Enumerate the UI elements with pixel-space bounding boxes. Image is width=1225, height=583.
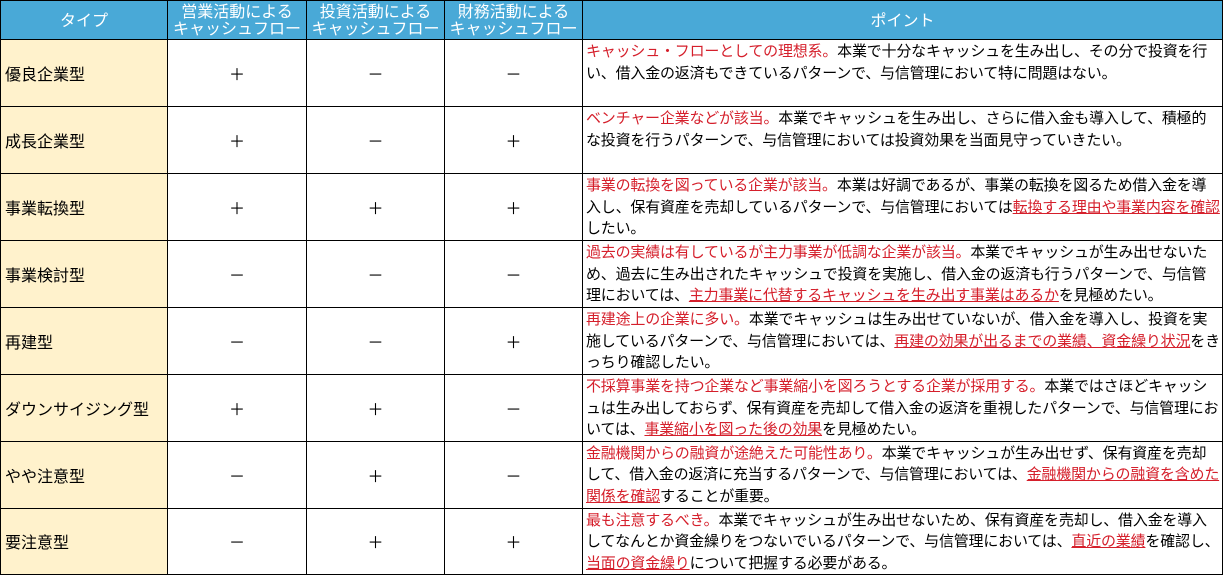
point-text: したい。 (586, 219, 646, 237)
header-financing-cf-line1: 財務活動による (457, 2, 570, 21)
row-financing-sign: － (444, 39, 583, 107)
row-financing-sign: ＋ (444, 507, 583, 575)
table-row: 事業検討型 － － － 過去の実績は有しているが主力事業が低調な企業が該当。本業… (0, 240, 1223, 308)
row-financing-sign: － (444, 240, 583, 308)
row-financing-sign: ＋ (444, 173, 583, 241)
row-operating-sign: ＋ (167, 173, 307, 241)
header-operating-cf-line1: 営業活動による (181, 2, 293, 21)
header-investing-cf-line1: 投資活動による (319, 2, 432, 21)
row-operating-sign: － (167, 240, 307, 308)
row-operating-sign: ＋ (167, 374, 307, 442)
header-financing-cf: 財務活動による キャッシュフロー (444, 0, 583, 40)
header-investing-cf-line2: キャッシュフロー (311, 19, 440, 38)
row-type: 要注意型 (0, 507, 168, 575)
header-point: ポイント (582, 0, 1223, 40)
row-financing-sign: － (444, 374, 583, 442)
table-row: ダウンサイジング型 ＋ ＋ － 不採算事業を持つ企業など事業縮小を図ろうとする企… (0, 374, 1223, 442)
row-point: 事業の転換を図っている企業が該当。本業は好調であるが、事業の転換を図るため借入金… (582, 173, 1223, 241)
point-highlight-text: 金融機関からの融資が途絶えた可能性あり。 (586, 443, 882, 462)
row-financing-sign: ＋ (444, 307, 583, 375)
row-financing-sign: － (444, 440, 583, 509)
point-text: を確認し、 (1145, 532, 1220, 550)
cash-flow-pattern-table: タイプ 営業活動による キャッシュフロー 投資活動による キャッシュフロー 財務… (0, 0, 1223, 575)
point-highlight-text: キャッシュ・フローとしての理想系。 (586, 42, 838, 60)
point-highlight-text: ベンチャー企業などが該当。 (586, 109, 779, 127)
row-investing-sign: － (306, 307, 445, 375)
row-operating-sign: － (167, 440, 307, 509)
row-operating-sign: ＋ (167, 39, 307, 107)
row-investing-sign: ＋ (306, 440, 445, 509)
header-type: タイプ (0, 0, 168, 40)
row-type: 事業転換型 (0, 173, 168, 241)
point-highlight-text: 当面の資金繰り (586, 553, 690, 572)
point-text: について把握する必要がある。 (689, 553, 897, 572)
row-point: 過去の実績は有しているが主力事業が低調な企業が該当。本業でキャッシュが生み出せな… (582, 240, 1223, 308)
point-highlight-text: 不採算事業を持つ企業など事業縮小を図ろうとする企業が採用する。 (586, 377, 1045, 395)
header-financing-cf-line2: キャッシュフロー (449, 19, 578, 38)
row-type: 再建型 (0, 307, 168, 375)
row-point: ベンチャー企業などが該当。本業でキャッシュを生み出し、さらに借入金も導入して、積… (582, 106, 1223, 174)
header-operating-cf: 営業活動による キャッシュフロー (167, 0, 307, 40)
point-highlight-text: 事業の転換を図っている企業が該当。 (586, 176, 837, 194)
row-type: 事業検討型 (0, 240, 168, 308)
row-investing-sign: ＋ (306, 173, 445, 241)
point-highlight-text: 転換する理由や事業内容を確認 (1012, 197, 1220, 216)
row-operating-sign: － (167, 507, 307, 575)
row-point: 再建途上の企業に多い。本業でキャッシュは生み出せていないが、借入金を導入し、投資… (582, 307, 1223, 375)
point-highlight-text: 直近の業績 (1071, 532, 1146, 550)
row-investing-sign: － (306, 39, 445, 107)
point-text: することが重要。 (660, 486, 779, 505)
table-row: 事業転換型 ＋ ＋ ＋ 事業の転換を図っている企業が該当。本業は好調であるが、事… (0, 173, 1223, 241)
point-text: を見極めたい。 (1058, 286, 1163, 304)
point-highlight-text: 事業縮小を図った後の効果 (644, 420, 823, 438)
row-investing-sign: ＋ (306, 374, 445, 442)
table-row: 要注意型 － ＋ ＋ 最も注意するべき。本業でキャッシュが生み出せないため、保有… (0, 507, 1223, 575)
row-investing-sign: ＋ (306, 507, 445, 575)
point-highlight-text: 過去の実績は有しているが主力事業が低調な企業が該当。 (586, 243, 971, 261)
table-row: 再建型 － － ＋ 再建途上の企業に多い。本業でキャッシュは生み出せていないが、… (0, 307, 1223, 375)
row-financing-sign: ＋ (444, 106, 583, 174)
row-type: 成長企業型 (0, 106, 168, 174)
point-text: を見極めたい。 (822, 420, 926, 438)
header-investing-cf: 投資活動による キャッシュフロー (306, 0, 445, 40)
table-row: やや注意型 － ＋ － 金融機関からの融資が途絶えた可能性あり。本業でキャッシュ… (0, 440, 1223, 509)
point-highlight-text: 最も注意するべき。 (586, 510, 719, 529)
table-row: 優良企業型 ＋ － － キャッシュ・フローとしての理想系。本業で十分なキャッシュ… (0, 39, 1223, 107)
row-operating-sign: － (167, 307, 307, 375)
row-point: 最も注意するべき。本業でキャッシュが生み出せないため、保有資産を売却し、借入金を… (582, 507, 1223, 575)
row-point: 不採算事業を持つ企業など事業縮小を図ろうとする企業が採用する。本業ではさほどキャ… (582, 374, 1223, 442)
header-operating-cf-line2: キャッシュフロー (172, 19, 301, 38)
row-type: やや注意型 (0, 440, 168, 509)
row-point: キャッシュ・フローとしての理想系。本業で十分なキャッシュを生み出し、その分で投資… (582, 39, 1223, 107)
row-type: 優良企業型 (0, 39, 168, 107)
table-header-row: タイプ 営業活動による キャッシュフロー 投資活動による キャッシュフロー 財務… (0, 0, 1223, 40)
row-point: 金融機関からの融資が途絶えた可能性あり。本業でキャッシュが生み出せず、保有資産を… (582, 440, 1223, 509)
point-highlight-text: 再建途上の企業に多い。 (586, 310, 749, 328)
point-highlight-text: 主力事業に代替するキャッシュを生み出す事業はあるか (688, 286, 1059, 304)
point-highlight-text: 再建の効果が出るまでの業績、資金繰り状況 (894, 331, 1191, 350)
table-row: 成長企業型 ＋ － ＋ ベンチャー企業などが該当。本業でキャッシュを生み出し、さ… (0, 106, 1223, 174)
row-operating-sign: ＋ (167, 106, 307, 174)
row-investing-sign: － (306, 240, 445, 308)
row-investing-sign: － (306, 106, 445, 174)
row-type: ダウンサイジング型 (0, 374, 168, 442)
